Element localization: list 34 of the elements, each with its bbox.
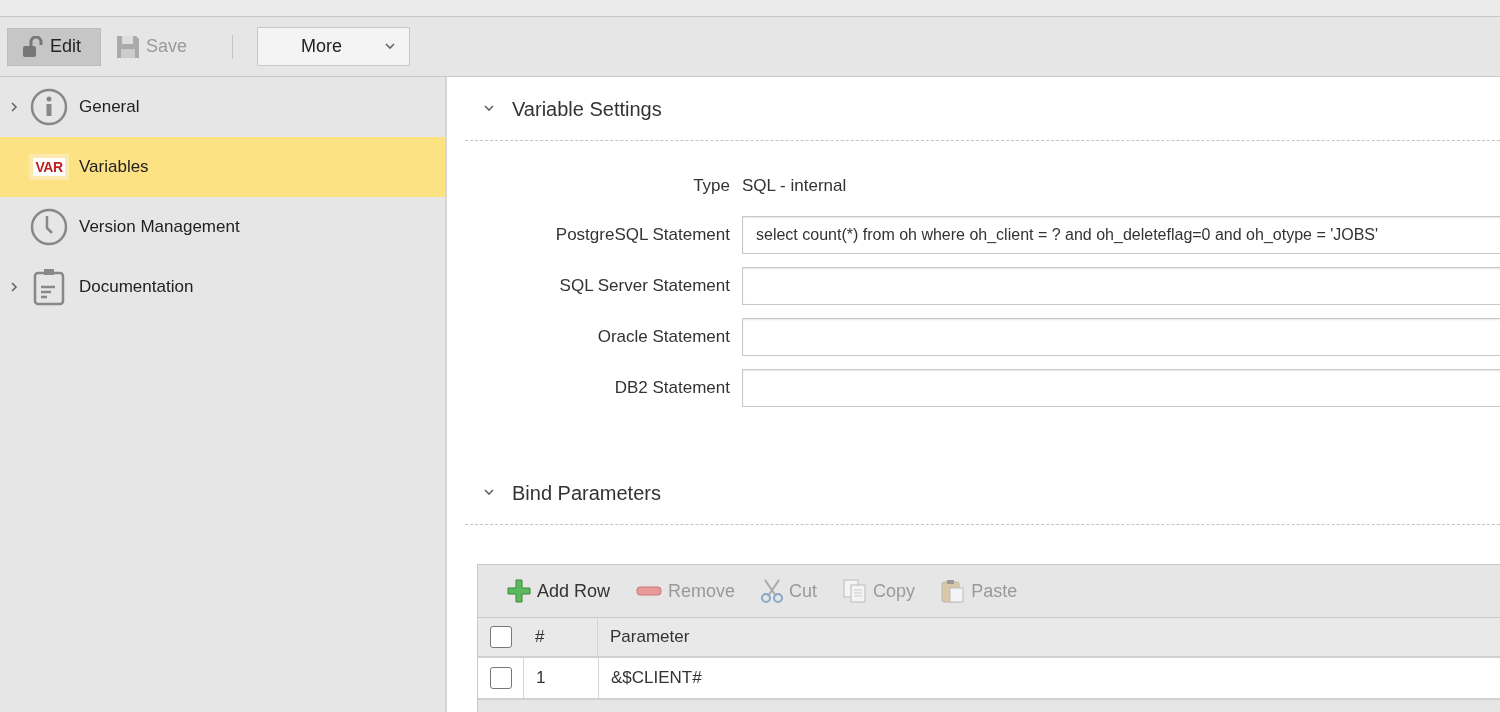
field-label: Type — [692, 176, 730, 196]
statement-field[interactable]: select count(*) from oh where oh_client = ? and oh_deleteflag=0 and oh_otype = 'JOBS' — [742, 216, 1500, 254]
table-cell: 1 — [524, 658, 599, 698]
field-label: SQL Server Statement — [558, 276, 730, 296]
padlock-icon — [22, 35, 44, 58]
table-cell-text: &$CLIENT# — [610, 667, 703, 689]
statement-field[interactable] — [742, 318, 1500, 356]
grid-toolbar-button[interactable]: Add Row — [503, 579, 615, 603]
field-label: PostgreSQL Statement — [554, 225, 730, 245]
toolbar-button[interactable]: Edit — [7, 27, 101, 66]
column-header: # — [523, 618, 598, 656]
checkbox[interactable] — [490, 626, 512, 648]
clock-icon — [30, 208, 68, 246]
field-label: DB2 Statement — [613, 378, 730, 398]
statement-field[interactable] — [742, 369, 1500, 407]
paste-icon — [941, 579, 966, 603]
scissors-icon — [761, 579, 784, 603]
section-title: Variable Settings — [512, 97, 662, 121]
sidebar-item[interactable]: Version Management — [0, 197, 445, 257]
plus-icon — [507, 579, 531, 603]
more-dropdown[interactable]: More — [257, 27, 411, 66]
copy-icon — [843, 579, 868, 603]
info-icon — [30, 88, 68, 126]
clipboard-icon — [33, 268, 65, 306]
field-label: Oracle Statement — [596, 327, 730, 347]
minus-icon — [636, 585, 663, 597]
sidebar-item[interactable]: General — [0, 77, 445, 137]
section-title: Bind Parameters — [512, 481, 661, 505]
checkbox[interactable] — [490, 667, 512, 689]
column-header: Parameter — [609, 626, 691, 648]
sidebar-item[interactable]: Documentation — [0, 257, 445, 317]
sidebar-item[interactable]: VAR Variables — [0, 137, 445, 197]
statement-field[interactable] — [742, 267, 1500, 305]
type-value: SQL - internal — [742, 175, 848, 197]
